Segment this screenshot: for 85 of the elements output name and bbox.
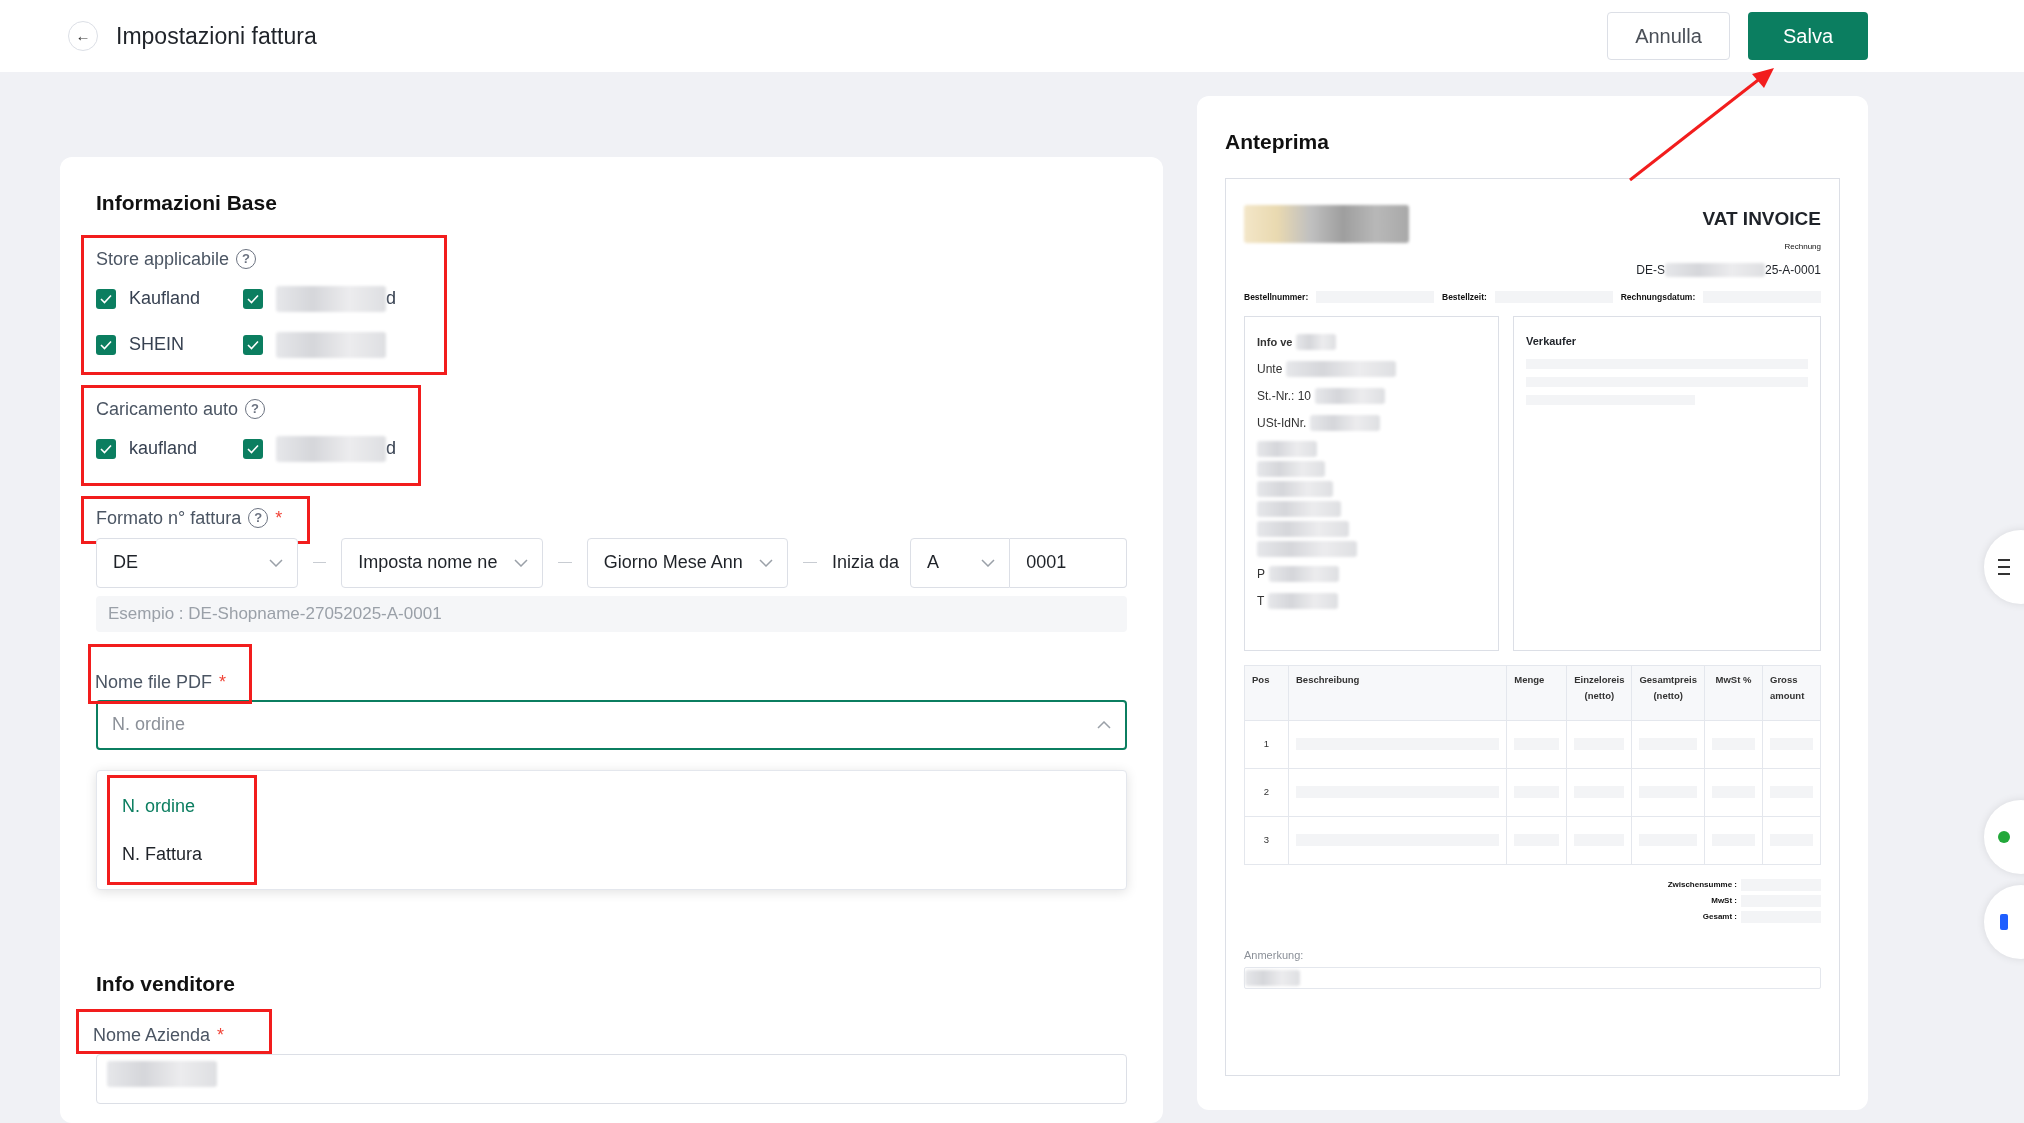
table-cell: 3: [1244, 816, 1289, 865]
redacted-block: [1296, 334, 1337, 351]
checkbox[interactable]: [243, 438, 263, 459]
select-field[interactable]: DE: [96, 537, 298, 588]
checkbox[interactable]: [96, 288, 116, 309]
check-icon: [100, 443, 112, 454]
chevron-up-icon: [1097, 720, 1111, 729]
chevron-down-icon: [759, 558, 774, 567]
chevron-down-icon: [268, 558, 283, 567]
required-mark: *: [219, 670, 227, 694]
invoice-number: 25-A-0001: [1764, 262, 1821, 279]
menu-icon: [1998, 559, 2010, 575]
redacted-block: [1257, 460, 1325, 477]
page-title: Impostazioni fattura: [116, 21, 317, 51]
chevron-down-icon: [981, 558, 996, 567]
preview-title: Anteprima: [1225, 129, 1330, 155]
column-header: Beschreibung: [1288, 665, 1507, 721]
redacted-block: [1310, 415, 1381, 432]
invoice-number: DE-S: [1636, 262, 1665, 279]
select-field[interactable]: Imposta nome ne: [341, 537, 543, 588]
example-text: Esempio : DE-Shopname-27052025-A-0001: [96, 595, 1127, 632]
field-label: Nome file PDF: [95, 670, 213, 694]
square-icon: [1998, 914, 2010, 930]
checkbox[interactable]: [96, 438, 116, 459]
checkbox-label: d: [386, 287, 396, 310]
select-field[interactable]: Giorno Mese Ann: [586, 537, 789, 588]
check-icon: [100, 339, 112, 350]
checkbox-label: d: [386, 437, 396, 460]
column-header: MwSt %: [1704, 665, 1763, 721]
checkbox-label: Kaufland: [129, 287, 201, 310]
checkbox[interactable]: [96, 334, 116, 355]
redacted-block: [1245, 970, 1300, 987]
table-cell: 2: [1244, 768, 1289, 817]
required-mark: *: [217, 1024, 225, 1047]
field-label: Formato n° fattura: [96, 506, 242, 530]
redacted-block: [1257, 440, 1317, 457]
save-button[interactable]: Salva: [1748, 12, 1868, 60]
start-label: Inizia da: [831, 551, 899, 574]
check-icon: [247, 339, 259, 350]
column-header: Menge: [1506, 665, 1567, 721]
redacted-block: [1269, 566, 1339, 583]
section-title: Informazioni Base: [96, 190, 278, 216]
box-heading: Verkaufer: [1526, 333, 1578, 349]
field-label: Store applicabile: [96, 247, 230, 271]
checkbox-label: SHEIN: [129, 333, 184, 356]
redacted-block: [1268, 593, 1339, 610]
meta-label: Rechnungsdatum:: [1620, 291, 1696, 304]
input-field[interactable]: [96, 1054, 1127, 1104]
check-icon: [100, 293, 112, 304]
field-label: Nome Azienda: [93, 1024, 211, 1047]
box-heading: Info ve: [1257, 335, 1293, 350]
column-header: Gross amount: [1762, 665, 1821, 721]
column-header: Gesamtpreis (netto): [1631, 665, 1705, 721]
invoice-subtitle: Rechnung: [1783, 241, 1821, 253]
dropdown-item[interactable]: N. ordine: [122, 782, 243, 830]
total-label: MwSt :: [1711, 894, 1737, 907]
column-header: Einzeloreis (netto): [1566, 665, 1632, 721]
section-title: Info venditore: [96, 970, 236, 997]
dot-icon: [1998, 829, 2010, 845]
checkbox[interactable]: [243, 334, 263, 355]
chevron-down-icon: [513, 558, 528, 567]
table-cell: 1: [1244, 720, 1289, 769]
total-label: Gesamt :: [1702, 910, 1737, 923]
info-line: P: [1257, 566, 1265, 584]
check-icon: [247, 443, 259, 454]
total-label: Zwischensumme :: [1667, 878, 1737, 891]
checkbox[interactable]: [243, 288, 263, 309]
select-field[interactable]: A: [910, 537, 1011, 588]
meta-label: Bestellnummer:: [1244, 291, 1309, 304]
redacted-block: [1315, 388, 1386, 405]
field-label: Caricamento auto: [96, 397, 239, 421]
meta-label: Bestellzeit:: [1442, 291, 1487, 304]
note-label: Anmerkung:: [1244, 947, 1305, 963]
cancel-button[interactable]: Annulla: [1607, 12, 1730, 60]
info-line: USt-IdNr.: [1257, 415, 1307, 433]
info-line: St.-Nr.: 10: [1257, 388, 1312, 406]
dropdown-item[interactable]: N. Fattura: [122, 830, 243, 878]
info-line: Unte: [1257, 361, 1283, 379]
column-header: Pos: [1244, 665, 1289, 721]
required-mark: *: [275, 506, 283, 530]
checkbox-label: kaufland: [129, 437, 198, 460]
invoice-title: VAT INVOICE: [1701, 206, 1821, 231]
number-field[interactable]: 0001: [1010, 537, 1128, 588]
check-icon: [247, 293, 259, 304]
info-line: T: [1257, 593, 1265, 611]
